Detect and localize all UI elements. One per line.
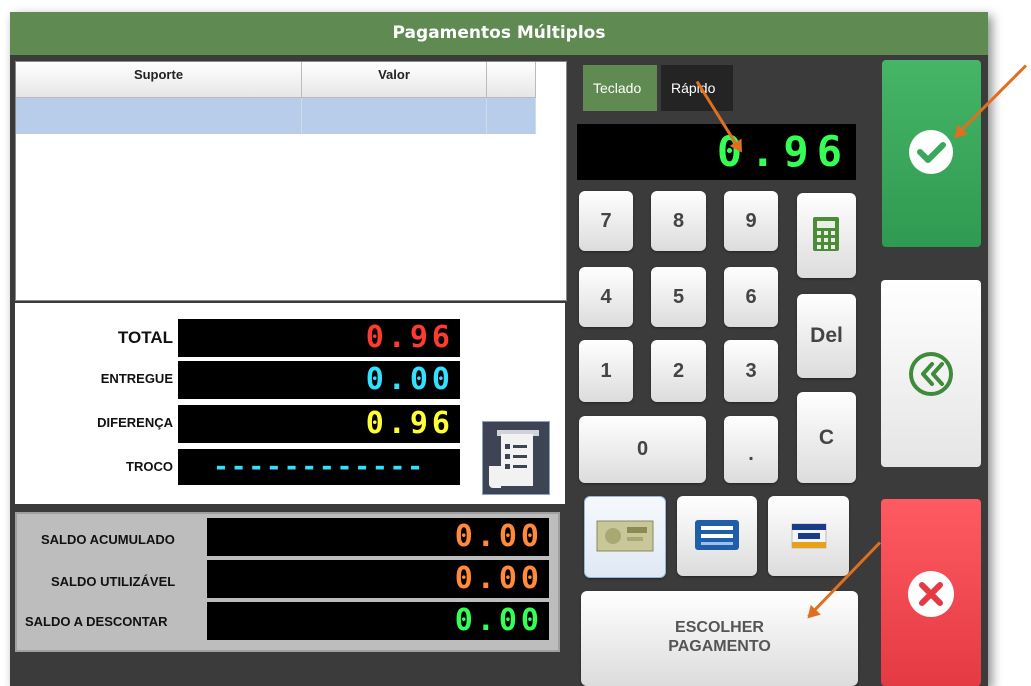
saldo-descontar-display: 0.00: [207, 602, 549, 640]
payments-table[interactable]: Suporte Valor: [15, 61, 567, 301]
key-9[interactable]: 9: [724, 191, 778, 251]
saldo-utilizavel-label: SALDO UTILIZÁVEL: [51, 574, 176, 589]
banknote-icon: [596, 520, 654, 552]
key-7[interactable]: 7: [579, 191, 633, 251]
calculator-button[interactable]: [797, 193, 856, 278]
table-row-cell[interactable]: [302, 98, 487, 134]
confirm-button[interactable]: [882, 60, 981, 247]
column-header-extra[interactable]: [487, 62, 536, 98]
saldo-acumulado-label: SALDO ACUMULADO: [41, 532, 175, 547]
receipt-print-icon[interactable]: [482, 421, 550, 495]
key-8[interactable]: 8: [651, 191, 706, 251]
entregue-label: ENTREGUE: [100, 371, 173, 386]
cash-payment-button[interactable]: [584, 496, 666, 578]
total-display: 0.96: [178, 319, 460, 357]
choose-payment-label-line1: ESCOLHER: [675, 619, 764, 636]
clear-button[interactable]: C: [797, 392, 856, 483]
window-title: Pagamentos Múltiplos: [10, 12, 988, 55]
calculator-icon: [813, 217, 839, 251]
visa-icon: [791, 523, 827, 549]
amount-display[interactable]: 0.96: [577, 124, 856, 180]
close-circle-icon: [908, 571, 954, 617]
troco-display: ------------: [178, 449, 460, 485]
choose-payment-label-line2: PAGAMENTO: [668, 638, 771, 655]
key-0[interactable]: 0: [579, 416, 706, 483]
diferenca-display: 0.96: [178, 405, 460, 443]
key-1[interactable]: 1: [579, 340, 633, 402]
tab-teclado[interactable]: Teclado: [583, 65, 657, 111]
column-header-suporte[interactable]: Suporte: [16, 62, 302, 98]
key-3[interactable]: 3: [724, 340, 778, 402]
totals-panel: TOTAL 0.96 ENTREGUE 0.00 DIFERENÇA 0.96 …: [15, 303, 565, 504]
multibanco-icon: [695, 520, 739, 550]
multibanco-payment-button[interactable]: [677, 496, 757, 576]
check-circle-icon: [909, 130, 953, 174]
table-row-cell[interactable]: [487, 98, 536, 134]
saldo-utilizavel-display: 0.00: [207, 560, 549, 598]
total-label: TOTAL: [117, 328, 173, 347]
troco-label: TROCO: [126, 459, 173, 474]
column-header-valor[interactable]: Valor: [302, 62, 487, 98]
back-button[interactable]: [881, 280, 981, 467]
double-chevron-left-icon: [909, 352, 953, 396]
diferenca-label: DIFERENÇA: [97, 415, 173, 430]
payment-window: Pagamentos Múltiplos Suporte Valor TOTAL…: [10, 12, 988, 686]
cancel-button[interactable]: [881, 499, 981, 686]
entregue-display[interactable]: 0.00: [178, 361, 460, 399]
visa-payment-button[interactable]: [768, 496, 849, 576]
saldo-acumulado-display: 0.00: [207, 518, 549, 556]
delete-button[interactable]: Del: [797, 294, 856, 378]
key-6[interactable]: 6: [724, 267, 778, 327]
key-2[interactable]: 2: [651, 340, 706, 402]
key-4[interactable]: 4: [579, 267, 633, 327]
key-decimal[interactable]: .: [724, 416, 778, 483]
table-row[interactable]: [16, 98, 302, 134]
saldo-descontar-label: SALDO A DESCONTAR: [25, 614, 168, 629]
tab-rapido[interactable]: Rápido: [661, 65, 733, 111]
saldo-panel: SALDO ACUMULADO 0.00 SALDO UTILIZÁVEL 0.…: [15, 512, 560, 652]
key-5[interactable]: 5: [651, 267, 706, 327]
